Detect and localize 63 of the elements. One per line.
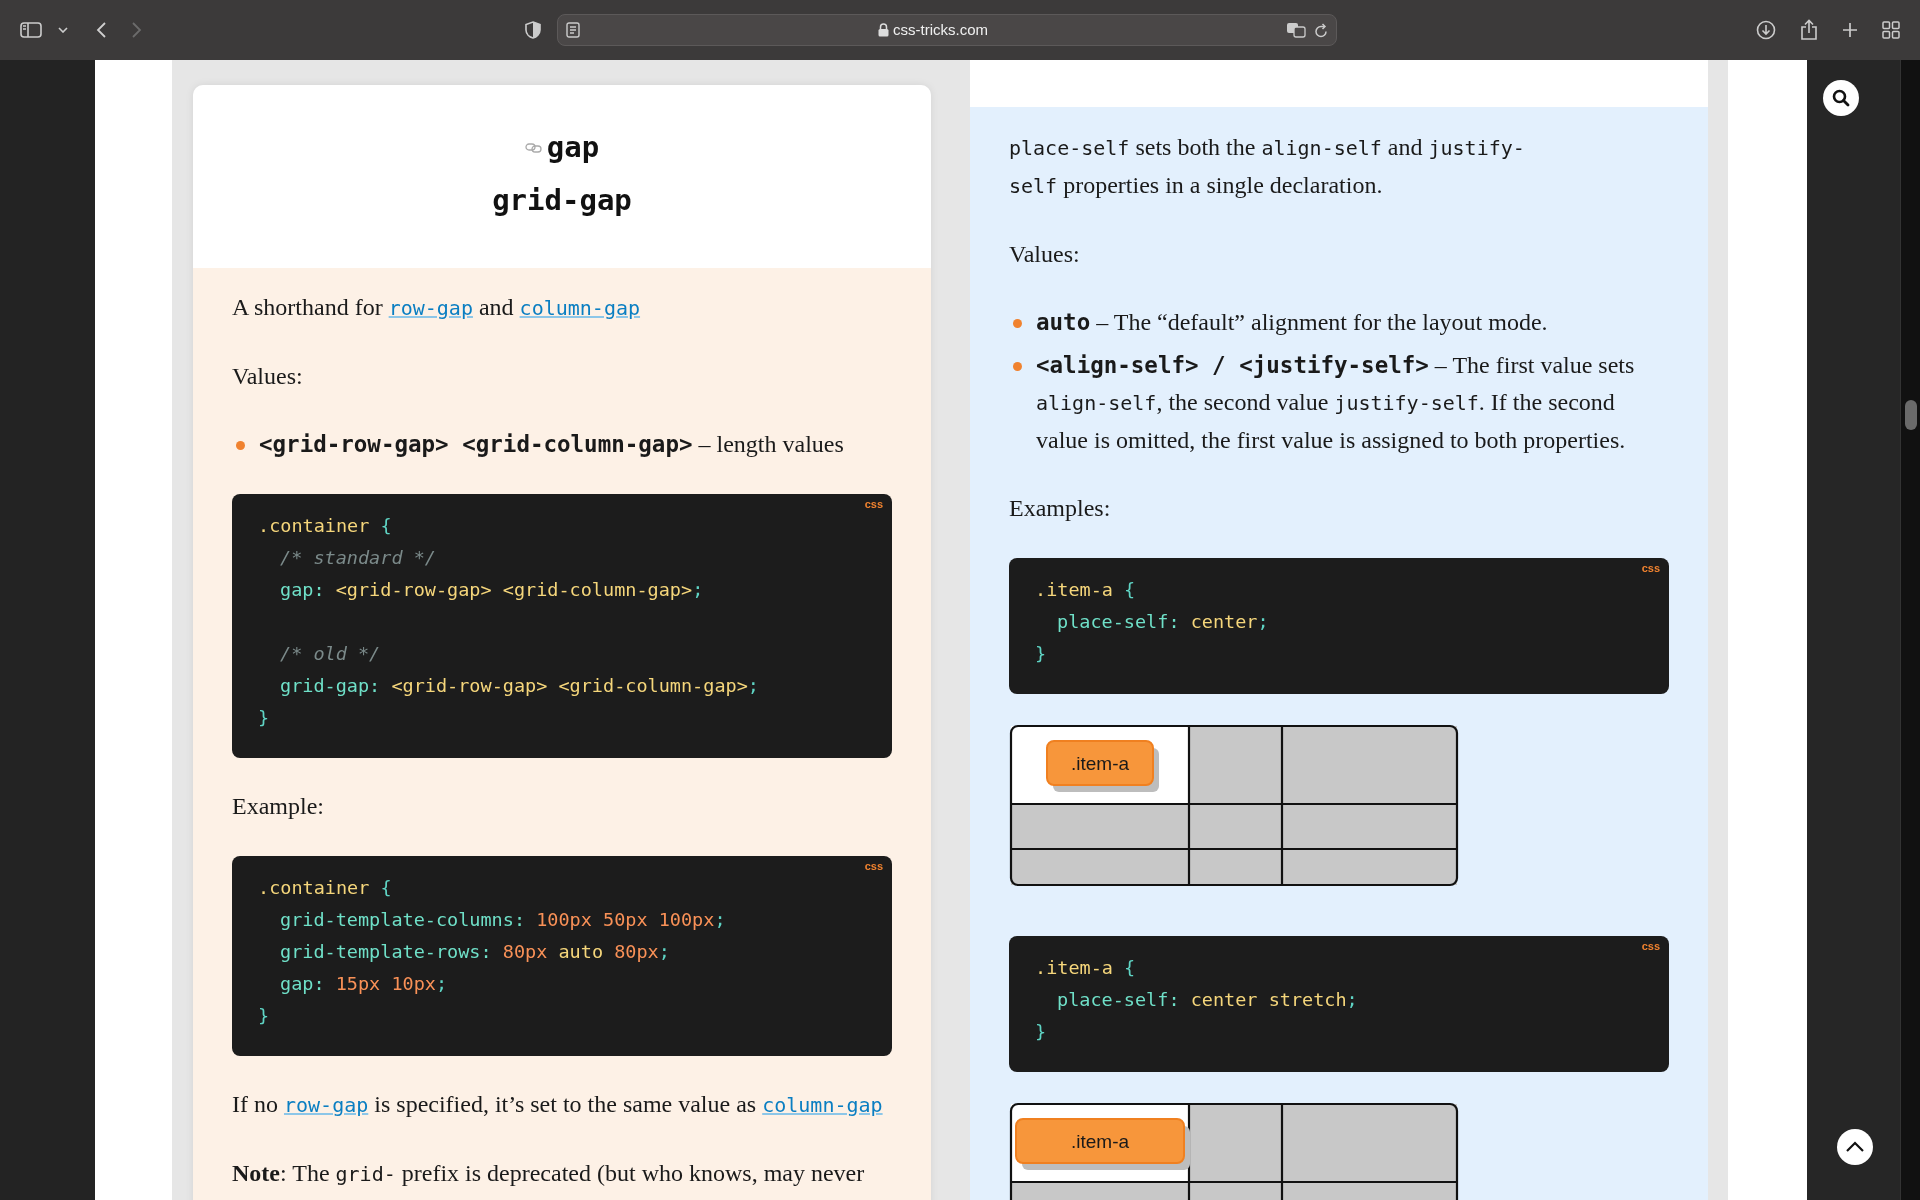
code-line: grid-template-rows: 80px auto 80px; xyxy=(279,940,671,964)
search-icon xyxy=(1832,89,1850,107)
language-label: css xyxy=(864,497,883,512)
paragraph: Values: xyxy=(232,362,304,391)
paragraph: A shorthand for row-gap and column-gap xyxy=(232,293,642,322)
code-line: /* old */ xyxy=(279,642,382,666)
paragraph: Note: The grid- prefix is deprecated (but who knows, may never xyxy=(232,1159,866,1188)
code-line: grid-gap: <grid-row-gap> <grid-column-gap>; xyxy=(279,674,760,698)
translate-icon[interactable] xyxy=(1286,22,1306,38)
code-line: gap: <grid-row-gap> <grid-column-gap>; xyxy=(279,578,705,602)
url-text: css-tricks.com xyxy=(893,19,988,40)
address-bar[interactable]: css-tricks.com xyxy=(557,14,1337,46)
bullet-icon xyxy=(236,441,245,450)
reload-icon[interactable] xyxy=(1314,22,1328,38)
paragraph: Examples: xyxy=(1009,494,1112,523)
code-line: /* standard */ xyxy=(279,546,437,570)
list-item-text: auto – The “default” alignment for the layout mode. xyxy=(1036,308,1548,337)
chevron-left-icon xyxy=(96,22,107,38)
code-line: place-self: center; xyxy=(1056,610,1270,634)
scrollbar-thumb[interactable] xyxy=(1905,400,1917,430)
code-line: place-self: center stretch; xyxy=(1056,988,1359,1012)
search-button[interactable] xyxy=(1823,80,1859,116)
share-icon[interactable] xyxy=(1800,19,1818,41)
code-line: .item-a { xyxy=(1035,578,1137,602)
paragraph: Values: xyxy=(1009,240,1081,269)
code-line: .container { xyxy=(258,876,393,900)
tabs-grid-icon[interactable] xyxy=(1882,21,1900,39)
item-label: .item-a xyxy=(1070,753,1130,774)
code-line: .container { xyxy=(258,514,393,538)
code-line: } xyxy=(1035,642,1048,666)
chevron-right-icon xyxy=(131,22,142,38)
chevron-down-icon[interactable] xyxy=(58,27,68,33)
code-line: } xyxy=(258,706,271,730)
download-icon[interactable] xyxy=(1756,20,1776,40)
code-line: } xyxy=(1035,1020,1048,1044)
code-line: } xyxy=(258,1004,271,1028)
paragraph: Example: xyxy=(232,792,325,821)
lock-icon xyxy=(878,23,889,37)
item-label: .item-a xyxy=(1070,1131,1130,1152)
link[interactable]: column-gap xyxy=(519,296,641,320)
link[interactable]: row-gap xyxy=(388,296,473,320)
paragraph: place-self sets both the align-self and justify-self properties in a single declaration. xyxy=(1009,133,1526,200)
paragraph: If no row-gap is specified, it’s set to the same value as column-gap xyxy=(232,1090,884,1119)
sidebar-icon[interactable] xyxy=(20,22,42,38)
code-line: gap: 15px 10px; xyxy=(279,972,449,996)
list-item-text: <grid-row-gap> <grid-column-gap> – length values xyxy=(259,430,844,459)
chevron-up-icon xyxy=(1845,1141,1865,1153)
shield-icon[interactable] xyxy=(525,21,541,39)
plus-icon[interactable] xyxy=(1842,22,1858,38)
link[interactable]: column-gap xyxy=(762,1093,883,1117)
code-line: grid-template-columns: 100px 50px 100px; xyxy=(279,908,727,932)
bullet-icon xyxy=(1013,362,1022,371)
list-item-text: <align-self> / <justify-self> – The first value sets align-self, the second value justify-self. If the second value is omitted, the first value is assigned to both properties. xyxy=(1036,351,1636,455)
reader-icon[interactable] xyxy=(566,22,580,38)
code-line: .item-a { xyxy=(1035,956,1137,980)
bullet-icon xyxy=(1013,319,1022,328)
property-title: gap xyxy=(546,129,600,166)
language-label: css xyxy=(864,859,883,874)
link[interactable]: row-gap xyxy=(284,1093,369,1117)
scroll-to-top-button[interactable] xyxy=(1837,1129,1873,1165)
property-alias: grid-gap xyxy=(492,182,632,219)
language-label: css xyxy=(1641,939,1660,954)
language-label: css xyxy=(1641,561,1660,576)
